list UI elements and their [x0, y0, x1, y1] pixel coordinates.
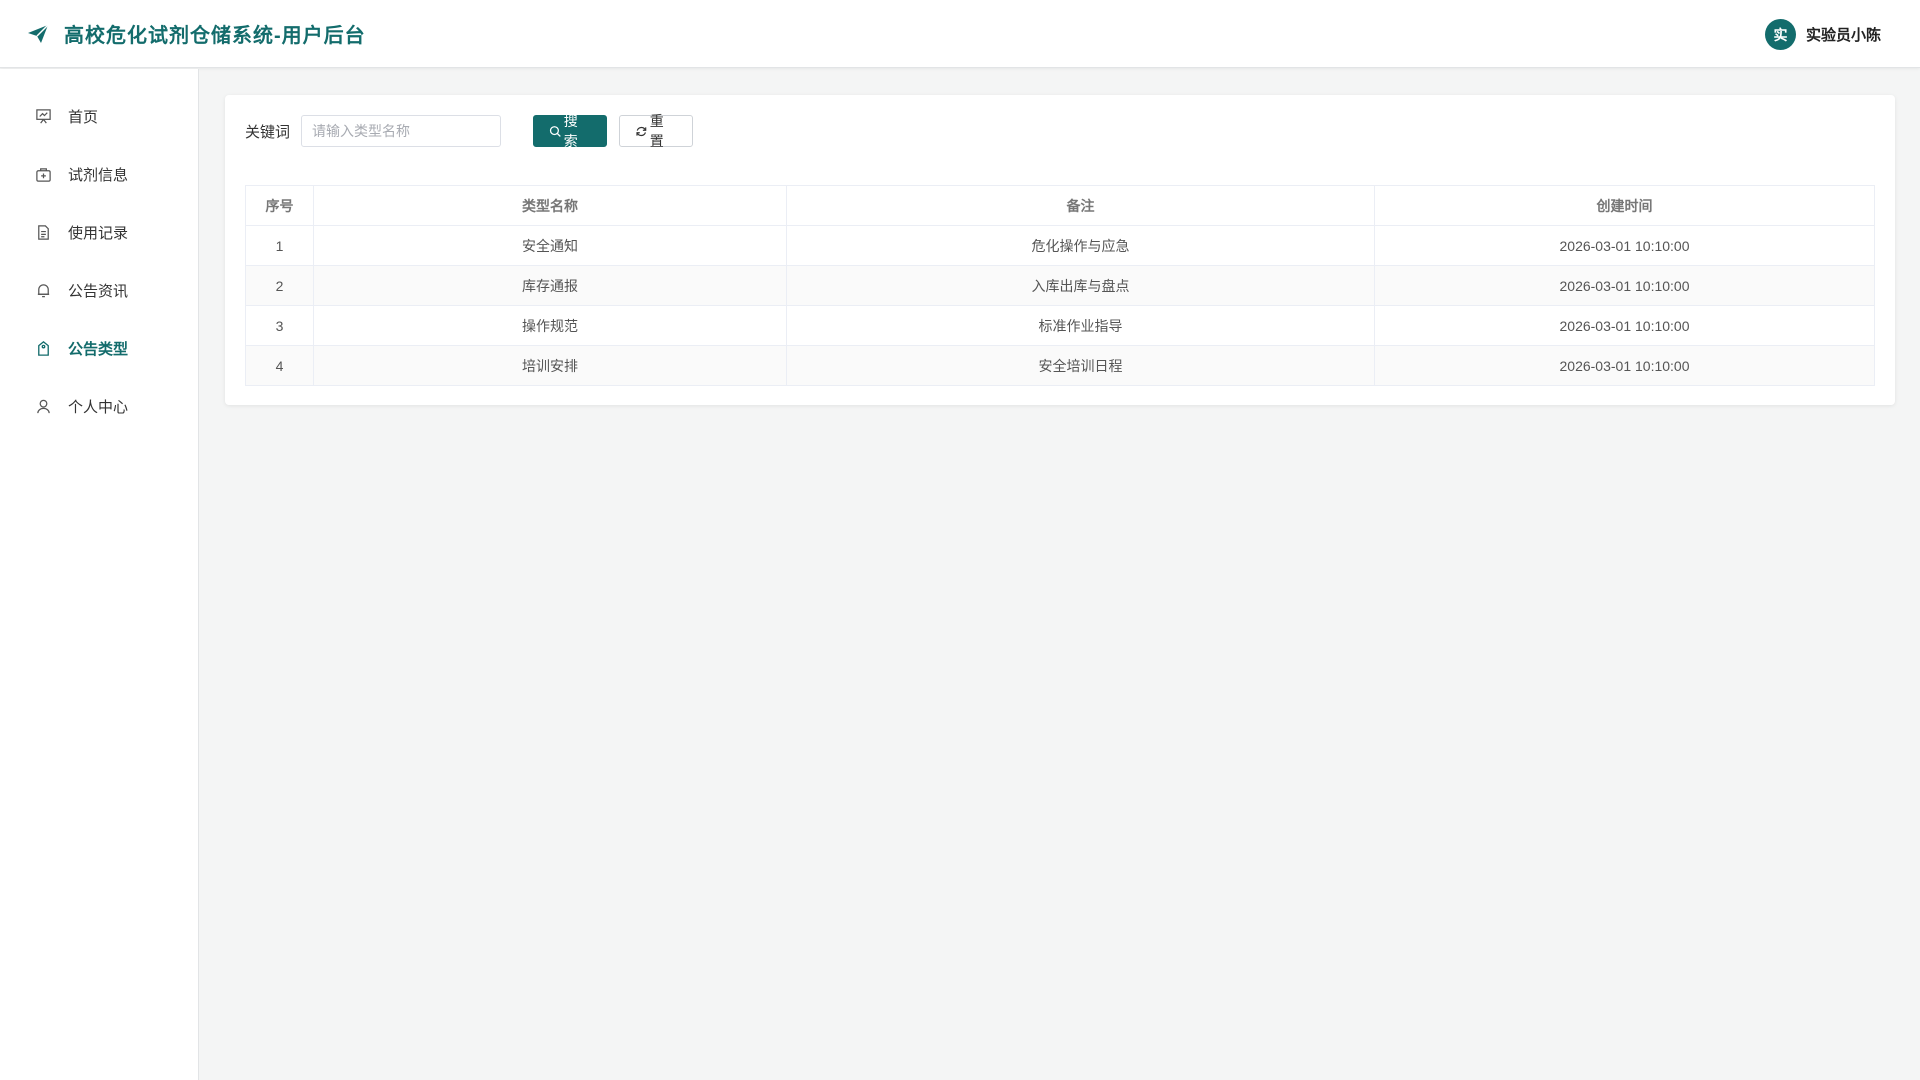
reset-button-label: 重置 — [649, 113, 664, 149]
sidebar-item-reagents[interactable]: 试剂信息 — [0, 154, 198, 194]
presentation-board-icon — [36, 108, 51, 123]
medical-kit-icon — [36, 167, 51, 182]
cell-index: 3 — [245, 305, 314, 346]
keyword-input[interactable] — [301, 115, 502, 147]
table-row[interactable]: 4 培训安排 安全培训日程 2026-03-01 10:10:00 — [245, 345, 1875, 386]
tag-icon — [38, 340, 49, 356]
search-bar: 关键词 搜索 重置 — [245, 113, 694, 149]
search-icon — [549, 125, 561, 137]
cell-index: 4 — [245, 345, 314, 386]
sidebar: 首页 试剂信息 使用记录 公告资讯 公告类型 个人中心 — [0, 69, 199, 1080]
cell-index: 2 — [245, 265, 314, 306]
cell-remark: 安全培训日程 — [786, 345, 1375, 386]
user-icon — [37, 399, 50, 413]
sidebar-item-label: 试剂信息 — [68, 166, 129, 184]
avatar[interactable]: 实 — [1764, 19, 1796, 50]
column-header-type-name: 类型名称 — [313, 185, 787, 226]
sidebar-item-label: 公告类型 — [68, 340, 129, 358]
sidebar-item-label: 公告资讯 — [68, 282, 129, 300]
sidebar-item-profile[interactable]: 个人中心 — [0, 386, 198, 426]
content-card: 关键词 搜索 重置 序号 类型名称 备注 创建时间 — [225, 95, 1895, 405]
user-name[interactable]: 实验员小陈 — [1806, 24, 1881, 45]
top-header: 高校危化试剂仓储系统-用户后台 实 实验员小陈 — [0, 0, 1920, 68]
sidebar-item-usage-records[interactable]: 使用记录 — [0, 212, 198, 252]
sidebar-item-home[interactable]: 首页 — [0, 96, 198, 136]
sidebar-item-announcement-types[interactable]: 公告类型 — [0, 328, 198, 368]
table-header-row: 序号 类型名称 备注 创建时间 — [245, 185, 1875, 226]
table-row[interactable]: 3 操作规范 标准作业指导 2026-03-01 10:10:00 — [245, 305, 1875, 346]
cell-type-name: 操作规范 — [313, 305, 787, 346]
cell-type-name: 安全通知 — [313, 225, 787, 266]
search-button[interactable]: 搜索 — [533, 113, 608, 149]
document-icon — [38, 224, 49, 240]
table-row[interactable]: 2 库存通报 入库出库与盘点 2026-03-01 10:10:00 — [245, 265, 1875, 306]
cell-remark: 标准作业指导 — [786, 305, 1375, 346]
user-menu[interactable]: 实 实验员小陈 — [1764, 19, 1881, 50]
cell-created-time: 2026-03-01 10:10:00 — [1374, 345, 1875, 386]
announcement-type-table: 序号 类型名称 备注 创建时间 1 安全通知 危化操作与应急 2026-03-0… — [245, 185, 1875, 386]
column-header-index: 序号 — [245, 185, 314, 226]
reset-button[interactable]: 重置 — [619, 113, 694, 149]
cell-remark: 危化操作与应急 — [786, 225, 1375, 266]
cell-type-name: 库存通报 — [313, 265, 787, 306]
column-header-created-time: 创建时间 — [1374, 185, 1875, 226]
cell-remark: 入库出库与盘点 — [786, 265, 1375, 306]
column-header-remark: 备注 — [786, 185, 1375, 226]
cell-type-name: 培训安排 — [313, 345, 787, 386]
bell-icon — [37, 283, 50, 297]
paper-plane-icon — [28, 23, 49, 43]
sidebar-item-announcements[interactable]: 公告资讯 — [0, 270, 198, 310]
sidebar-item-label: 使用记录 — [68, 224, 129, 242]
cell-index: 1 — [245, 225, 314, 266]
refresh-icon — [636, 126, 647, 136]
sidebar-item-label: 个人中心 — [68, 398, 129, 416]
cell-created-time: 2026-03-01 10:10:00 — [1374, 305, 1875, 346]
sidebar-item-label: 首页 — [68, 108, 99, 126]
keyword-label: 关键词 — [245, 123, 291, 141]
table-row[interactable]: 1 安全通知 危化操作与应急 2026-03-01 10:10:00 — [245, 225, 1875, 266]
cell-created-time: 2026-03-01 10:10:00 — [1374, 265, 1875, 306]
cell-created-time: 2026-03-01 10:10:00 — [1374, 225, 1875, 266]
search-button-label: 搜索 — [563, 113, 578, 149]
app-title: 高校危化试剂仓储系统-用户后台 — [64, 25, 366, 47]
